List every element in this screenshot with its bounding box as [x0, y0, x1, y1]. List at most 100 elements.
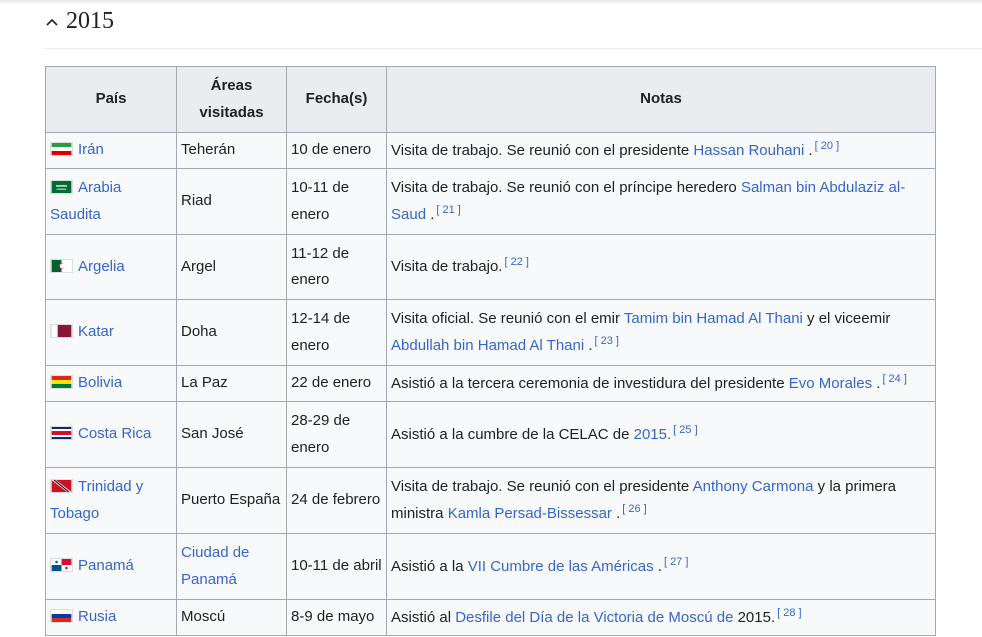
notes-cell: Visita de trabajo. Se reunió con el pres…: [386, 467, 936, 534]
country-cell: Bolivia: [45, 365, 177, 402]
table-row: Irán Teherán 10 de enero Visita de trabajo.…: [45, 132, 936, 169]
header-areas[interactable]: Áreas visitadas: [176, 66, 287, 133]
header-date[interactable]: Fecha(s): [286, 66, 387, 133]
note-link[interactable]: Tamim bin Hamad Al Thani: [624, 310, 803, 327]
note-link[interactable]: 2015.: [634, 426, 672, 443]
note-text: Visita de trabajo. Se reunió con el prín…: [391, 178, 741, 196]
notes-cell: Visita de trabajo. Se reunió con el pres…: [386, 132, 936, 169]
reference-link[interactable]: [ 20 ]: [815, 140, 839, 152]
area-text: Riad: [181, 192, 212, 210]
algeria-flag-icon[interactable]: [50, 258, 73, 273]
notes-cell: Visita oficial. Se reunió con el emir Ta…: [386, 299, 936, 366]
chevron-up-icon[interactable]: [44, 14, 60, 30]
reference-link[interactable]: [ 24 ]: [882, 373, 906, 385]
section-divider: [44, 48, 982, 49]
note-text: Asistió a la cumbre de la CELAC de: [391, 425, 634, 443]
country-link[interactable]: Argelia: [78, 258, 125, 275]
table-row: Rusia Moscú 8-9 de mayo Asistió al Desfile …: [45, 599, 936, 636]
note-text: .: [584, 337, 593, 354]
bolivia-flag-icon[interactable]: [50, 375, 73, 390]
area-cell: Moscú: [176, 599, 287, 636]
area-text: La Paz: [181, 374, 228, 392]
date-cell: 28-29 de enero: [286, 401, 387, 468]
country-cell: Irán: [45, 132, 177, 169]
notes-cell: Asistió a la tercera ceremonia de invest…: [386, 365, 936, 402]
notes-cell: Asistió a la VII Cumbre de las Américas …: [386, 533, 936, 600]
qatar-flag-icon[interactable]: [50, 324, 73, 339]
trinidad-tobago-flag-icon[interactable]: [50, 479, 73, 494]
date-cell: 10 de enero: [286, 132, 387, 169]
country-cell: Rusia: [45, 599, 177, 636]
note-text: .: [611, 505, 621, 522]
note-text: .: [804, 141, 813, 159]
table-row: Arabia Saudita Riad 10-11 de enero Visita d…: [45, 168, 936, 235]
note-link[interactable]: Hassan Rouhani: [693, 142, 804, 159]
country-cell: Katar: [45, 299, 177, 366]
area-link[interactable]: Ciudad de Panamá: [181, 544, 249, 587]
top-divider: [0, 0, 982, 2]
note-text: .: [426, 206, 435, 223]
reference-link[interactable]: [ 25 ]: [673, 424, 697, 436]
country-link[interactable]: Bolivia: [78, 374, 122, 391]
note-text: Visita de trabajo.: [391, 258, 503, 276]
visits-table: País Áreas visitadas Fecha(s) Notas Irán…: [45, 66, 936, 636]
note-link[interactable]: Evo Morales: [789, 375, 872, 392]
country-cell: Arabia Saudita: [45, 168, 177, 235]
note-text: y el viceemir: [802, 309, 891, 327]
note-link[interactable]: Abdullah bin Hamad Al Thani: [391, 337, 584, 354]
notes-cell: Asistió a la cumbre de la CELAC de 2015.…: [386, 401, 936, 468]
note-link[interactable]: VII Cumbre de las Américas: [468, 558, 654, 575]
note-link[interactable]: Kamla Persad-Bissessar: [448, 505, 612, 522]
note-text: 2015.: [733, 608, 776, 626]
note-text: Asistió al: [391, 608, 456, 626]
panama-flag-icon[interactable]: [50, 558, 73, 573]
note-text: Asistió a la tercera ceremonia de invest…: [391, 374, 789, 392]
note-text: .: [653, 557, 662, 575]
country-link[interactable]: Rusia: [78, 608, 116, 625]
country-link[interactable]: Costa Rica: [78, 425, 151, 442]
date-cell: 11-12 de enero: [286, 234, 387, 300]
reference-link[interactable]: [ 21 ]: [436, 204, 460, 216]
saudi-arabia-flag-icon[interactable]: [50, 180, 73, 195]
date-cell: 12-14 de enero: [286, 299, 387, 366]
notes-cell: Visita de trabajo. Se reunió con el prín…: [386, 168, 936, 235]
reference-link[interactable]: [ 28 ]: [777, 607, 801, 619]
country-cell: Argelia: [45, 234, 177, 300]
country-cell: Costa Rica: [45, 401, 177, 468]
russia-flag-icon[interactable]: [50, 609, 73, 624]
area-cell: Doha: [176, 299, 287, 366]
area-text: Argel: [181, 257, 217, 275]
section-title: 2015: [66, 8, 114, 34]
reference-link[interactable]: [ 23 ]: [595, 335, 619, 347]
notes-cell: Asistió al Desfile del Día de la Victori…: [386, 599, 936, 636]
header-country[interactable]: País: [45, 66, 177, 133]
table-row: Bolivia La Paz 22 de enero Asistió a la ter…: [45, 365, 936, 402]
country-cell: Panamá: [45, 533, 177, 600]
section-header[interactable]: 2015: [44, 8, 114, 35]
costa-rica-flag-icon[interactable]: [50, 426, 73, 441]
area-text: Teherán: [181, 141, 236, 159]
note-text: Visita oficial. Se reunió con el emir: [391, 309, 624, 327]
iran-flag-icon[interactable]: [50, 142, 73, 157]
area-cell: Ciudad de Panamá: [176, 533, 287, 600]
country-link[interactable]: Irán: [78, 141, 104, 158]
area-cell: Puerto España: [176, 467, 287, 534]
reference-link[interactable]: [ 27 ]: [664, 556, 688, 568]
note-link[interactable]: Desfile del Día de la Victoria de Moscú …: [455, 609, 733, 626]
note-link[interactable]: Anthony Carmona: [693, 478, 814, 495]
area-text: Moscú: [181, 608, 226, 626]
reference-link[interactable]: [ 26 ]: [622, 503, 646, 515]
country-link[interactable]: Panamá: [78, 557, 134, 574]
date-cell: 10-11 de enero: [286, 168, 387, 235]
reference-link[interactable]: [ 22 ]: [504, 256, 528, 268]
area-cell: San José: [176, 401, 287, 468]
area-text: Doha: [181, 323, 217, 341]
area-text: San José: [181, 425, 244, 443]
area-cell: Teherán: [176, 132, 287, 169]
table-row: Argelia Argel 11-12 de enero Visita de trab…: [45, 234, 936, 300]
country-link[interactable]: Katar: [78, 323, 114, 340]
table-row: Trinidad y Tobago Puerto España 24 de febr…: [45, 467, 936, 534]
header-notes[interactable]: Notas: [386, 66, 936, 133]
note-text: Visita de trabajo. Se reunió con el pres…: [391, 477, 693, 495]
table-header-row: País Áreas visitadas Fecha(s) Notas: [45, 66, 936, 133]
